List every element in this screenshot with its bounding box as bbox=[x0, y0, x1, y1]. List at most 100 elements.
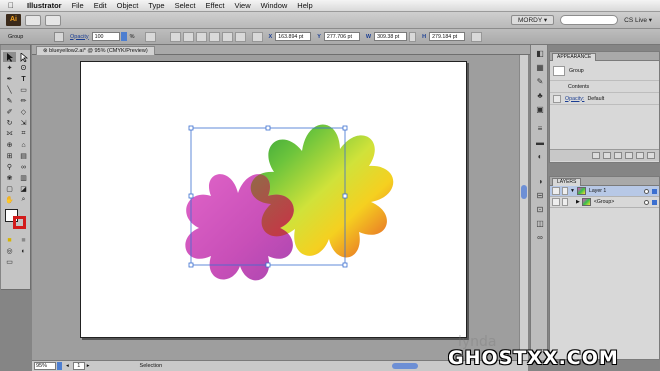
menu-effect[interactable]: Effect bbox=[200, 1, 229, 10]
type-icon[interactable]: T bbox=[17, 74, 30, 84]
fill-stroke-swatches[interactable] bbox=[5, 209, 29, 229]
selected-art-indicator[interactable] bbox=[652, 188, 657, 194]
mesh-icon[interactable]: ⊞ bbox=[3, 151, 16, 161]
clear-appearance-icon[interactable] bbox=[625, 152, 633, 159]
blend-icon[interactable]: ∞ bbox=[17, 162, 30, 172]
appearance-dock-icon[interactable]: ◑ bbox=[533, 176, 547, 187]
transform-dock-icon[interactable]: ⊡ bbox=[533, 204, 547, 215]
screen-mode-icon[interactable]: ▭ bbox=[3, 257, 16, 267]
align-top-icon[interactable] bbox=[208, 31, 220, 42]
eye-icon[interactable] bbox=[553, 94, 561, 103]
layer-name[interactable]: Layer 1 bbox=[589, 188, 606, 194]
selection-tool-icon[interactable] bbox=[3, 52, 16, 62]
gradient-icon[interactable]: ▤ bbox=[17, 151, 30, 161]
h-input[interactable]: 279.184 pt bbox=[429, 32, 466, 41]
menu-edit[interactable]: Edit bbox=[89, 1, 112, 10]
draw-normal-icon[interactable]: ◎ bbox=[3, 246, 16, 256]
gradient-mode-icon[interactable]: ■ bbox=[17, 235, 30, 245]
prev-artboard-icon[interactable]: ◂ bbox=[66, 363, 69, 369]
collapse-triangle-icon[interactable]: ▶ bbox=[576, 199, 580, 205]
lock-icon[interactable] bbox=[562, 187, 568, 195]
add-stroke-icon[interactable] bbox=[592, 152, 600, 159]
next-artboard-icon[interactable]: ▸ bbox=[87, 363, 90, 369]
layers-tab[interactable]: LAYERS bbox=[552, 178, 582, 186]
stroke-swatch[interactable] bbox=[13, 216, 26, 229]
menu-help[interactable]: Help bbox=[292, 1, 317, 10]
arrange-documents-button[interactable] bbox=[45, 14, 61, 26]
symbols-panel-icon[interactable]: ♣ bbox=[533, 90, 547, 101]
paintbrush-icon[interactable]: ✎ bbox=[3, 96, 16, 106]
line-segment-icon[interactable]: ╲ bbox=[3, 85, 16, 95]
magic-wand-icon[interactable]: ✦ bbox=[3, 63, 16, 73]
draw-behind-icon[interactable]: ◐ bbox=[17, 246, 30, 256]
column-graph-icon[interactable]: ▥ bbox=[17, 173, 30, 183]
y-input[interactable]: 277.706 pt bbox=[323, 32, 360, 41]
eye-icon[interactable] bbox=[552, 198, 560, 206]
artboard-number-field[interactable]: 1 bbox=[72, 362, 85, 370]
shape-builder-icon[interactable]: ⊕ bbox=[3, 140, 16, 150]
vertical-scrollbar[interactable] bbox=[519, 55, 528, 360]
artboard[interactable] bbox=[80, 61, 467, 338]
rectangle-icon[interactable]: ▭ bbox=[17, 85, 30, 95]
add-effect-icon[interactable] bbox=[614, 152, 622, 159]
perspective-grid-icon[interactable]: ⌂ bbox=[17, 140, 30, 150]
group-name[interactable]: <Group> bbox=[594, 199, 614, 205]
zoom-icon[interactable]: ⌕ bbox=[17, 195, 30, 205]
cs-live-button[interactable]: CS Live ▾ bbox=[624, 16, 652, 24]
horizontal-scroll-thumb[interactable] bbox=[392, 363, 418, 369]
appearance-contents-row[interactable]: Contents bbox=[568, 84, 589, 90]
menu-object[interactable]: Object bbox=[112, 1, 144, 10]
bridge-button[interactable] bbox=[25, 14, 41, 26]
align-right-icon[interactable] bbox=[195, 31, 207, 42]
align-left-icon[interactable] bbox=[169, 31, 181, 42]
search-field[interactable] bbox=[560, 15, 619, 25]
free-transform-icon[interactable]: ⌗ bbox=[17, 129, 30, 139]
align-middle-icon[interactable] bbox=[221, 31, 233, 42]
symbol-sprayer-icon[interactable]: ❀ bbox=[3, 173, 16, 183]
gradient-panel-icon[interactable]: ▬ bbox=[533, 137, 547, 148]
stroke-panel-icon[interactable]: ≡ bbox=[533, 123, 547, 134]
document-tab[interactable]: ⊗ blueyellow2.ai* @ 95% (CMYK/Preview) bbox=[36, 46, 155, 55]
appearance-tab[interactable]: APPEARANCE bbox=[552, 53, 597, 61]
w-input[interactable]: 309.38 pt bbox=[374, 32, 408, 41]
transparency-panel-icon[interactable]: ◐ bbox=[533, 151, 547, 162]
workspace-switcher[interactable]: MORDY ▾ bbox=[511, 15, 555, 25]
duplicate-item-icon[interactable] bbox=[636, 152, 644, 159]
menu-window[interactable]: Window bbox=[256, 1, 293, 10]
rotate-icon[interactable]: ↻ bbox=[3, 118, 16, 128]
eraser-icon[interactable]: ◇ bbox=[17, 107, 30, 117]
graphic-styles-icon[interactable]: ▣ bbox=[533, 104, 547, 115]
pathfinder-dock-icon[interactable]: ◫ bbox=[533, 218, 547, 229]
delete-item-icon[interactable] bbox=[647, 152, 655, 159]
swatches-panel-icon[interactable]: ▦ bbox=[533, 62, 547, 73]
zoom-dropdown-icon[interactable] bbox=[57, 362, 62, 370]
hand-icon[interactable]: ✋ bbox=[3, 195, 16, 205]
transform-reference-icon[interactable] bbox=[251, 31, 263, 42]
selected-art-indicator[interactable] bbox=[652, 199, 657, 205]
align-dock-icon[interactable]: ⊟ bbox=[533, 190, 547, 201]
document-canvas[interactable] bbox=[32, 55, 519, 360]
lasso-icon[interactable]: ʘ bbox=[17, 63, 30, 73]
add-fill-icon[interactable] bbox=[603, 152, 611, 159]
direct-selection-icon[interactable] bbox=[17, 52, 30, 62]
recolor-icon[interactable] bbox=[144, 31, 156, 42]
artwork[interactable] bbox=[81, 62, 468, 339]
menu-app-name[interactable]: Illustrator bbox=[22, 1, 67, 10]
color-panel-icon[interactable]: ◧ bbox=[533, 48, 547, 59]
zoom-field[interactable]: 95% bbox=[34, 362, 56, 370]
align-center-icon[interactable] bbox=[182, 31, 194, 42]
eye-icon[interactable] bbox=[552, 187, 560, 195]
constrain-link-icon[interactable] bbox=[409, 31, 417, 42]
x-input[interactable]: 163.894 pt bbox=[275, 32, 312, 41]
menu-view[interactable]: View bbox=[229, 1, 255, 10]
artboard-tool-icon[interactable]: ▢ bbox=[3, 184, 16, 194]
slice-icon[interactable]: ◪ bbox=[17, 184, 30, 194]
eyedropper-icon[interactable]: ⚲ bbox=[3, 162, 16, 172]
layer-row[interactable]: ▼ Layer 1 bbox=[550, 186, 659, 197]
vertical-scroll-thumb[interactable] bbox=[521, 185, 527, 199]
expand-triangle-icon[interactable]: ▼ bbox=[570, 188, 575, 194]
width-tool-icon[interactable]: ⟗ bbox=[3, 129, 16, 139]
blob-brush-icon[interactable]: ✐ bbox=[3, 107, 16, 117]
align-bottom-icon[interactable] bbox=[234, 31, 246, 42]
isolate-group-icon[interactable] bbox=[54, 31, 64, 42]
